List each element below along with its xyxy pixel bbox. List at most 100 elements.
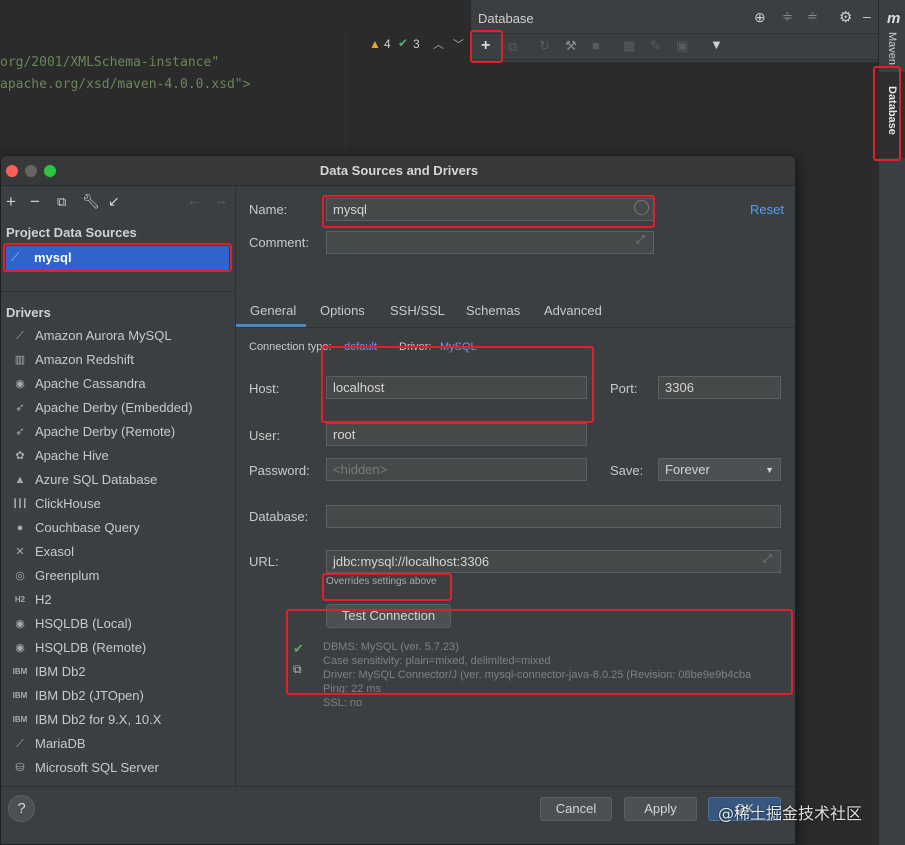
inspection-widget[interactable]: ▲ 4 ✔ 3 ︿ ﹀ — [345, 34, 470, 58]
driver-item[interactable]: ◉ HSQLDB (Remote) — [9, 636, 231, 660]
tab-general[interactable]: General — [250, 303, 296, 318]
driver-item[interactable]: ▲ Azure SQL Database — [9, 468, 231, 492]
aurora-icon: ⟋ — [16, 330, 24, 342]
driver-item[interactable]: ⟋ Amazon Aurora MySQL — [9, 324, 231, 348]
clickhouse-icon: ┃┃┃ — [12, 499, 28, 508]
collapse-all-icon[interactable]: ≐ — [807, 9, 818, 25]
driver-label: IBM Db2 for 9.X, 10.X — [35, 712, 162, 727]
driver-item[interactable]: ● Couchbase Query — [9, 516, 231, 540]
h2-icon: H2 — [14, 595, 26, 604]
console-icon[interactable]: ▣ — [676, 38, 688, 54]
chevron-down-icon[interactable]: ﹀ — [453, 36, 464, 52]
password-label: Password: — [249, 463, 310, 478]
driver-label: Microsoft SQL Server — [35, 760, 159, 775]
sidebar: + − ⧉ 🔧︎ ↙ ← → Project Data Sources ⟋ my… — [1, 186, 236, 786]
project-data-sources-heading: Project Data Sources — [6, 225, 137, 240]
driver-label: Greenplum — [35, 568, 100, 583]
duplicate-icon[interactable]: ⧉ — [57, 194, 66, 210]
expand-icon[interactable]: ⤢ — [636, 234, 645, 247]
tab-advanced[interactable]: Advanced — [544, 303, 602, 318]
driver-item[interactable]: ⛁ Microsoft SQL Server — [9, 756, 231, 780]
db-panel-header: Database ⊕ ≑ ≐ ⚙ – — [471, 0, 879, 34]
driver-label: IBM Db2 (JTOpen) — [35, 688, 144, 703]
redshift-icon: ▥ — [14, 354, 26, 366]
expand-all-icon[interactable]: ≑ — [782, 9, 793, 25]
driver-item[interactable]: ◎ Greenplum — [9, 564, 231, 588]
cassandra-icon: ◉ — [15, 378, 25, 390]
host-label: Host: — [249, 381, 280, 396]
tab-ssh-ssl[interactable]: SSH/SSL — [390, 303, 445, 318]
dialog-footer: ? Cancel Apply OK — [1, 786, 795, 844]
driver-item[interactable]: ┃┃┃ ClickHouse — [9, 492, 231, 516]
driver-item[interactable]: IBM IBM Db2 — [9, 660, 231, 684]
save-select[interactable]: Forever ▼ — [658, 458, 781, 481]
properties-icon[interactable]: ⚒ — [565, 38, 577, 54]
driver-item[interactable]: IBM IBM Db2 for 9.X, 10.X — [9, 708, 231, 732]
gear-icon[interactable]: ⚙ — [839, 8, 852, 26]
driver-item[interactable]: ▥ Amazon Redshift — [9, 348, 231, 372]
driver-label: Apache Hive — [35, 448, 109, 463]
driver-label: HSQLDB (Local) — [35, 616, 132, 631]
code-editor[interactable]: org/2001/XMLSchema-instance" apache.org/… — [0, 0, 470, 160]
cancel-button[interactable]: Cancel — [540, 797, 612, 821]
back-arrow-icon[interactable]: ← — [187, 192, 201, 208]
forward-arrow-icon[interactable]: → — [214, 192, 228, 208]
edit-icon[interactable]: ✎ — [650, 38, 661, 54]
url-field[interactable]: jdbc:mysql://localhost:3306 — [326, 550, 781, 573]
user-label: User: — [249, 428, 281, 443]
wrench-icon[interactable]: 🔧︎ — [82, 193, 100, 210]
user-field[interactable]: root — [326, 423, 587, 446]
tab-schemas[interactable]: Schemas — [466, 303, 520, 318]
import-icon[interactable]: ↙ — [108, 193, 120, 210]
driver-item[interactable]: ◉ Apache Cassandra — [9, 372, 231, 396]
ibm-icon: IBM — [12, 691, 28, 700]
driver-item[interactable]: ✕ Exasol — [9, 540, 231, 564]
driver-item[interactable]: ⟋ MariaDB — [9, 732, 231, 756]
apply-button[interactable]: Apply — [624, 797, 697, 821]
copy-icon[interactable]: ⧉ — [508, 39, 517, 55]
hive-icon: ✿ — [15, 450, 25, 462]
save-label: Save: — [610, 463, 644, 478]
filter-icon[interactable]: ▼ — [710, 37, 723, 52]
chevron-up-icon[interactable]: ︿ — [433, 36, 444, 52]
dropdown-arrow-icon: ▼ — [765, 465, 774, 475]
maven-logo-icon: m — [887, 10, 901, 27]
result-ssl: SSL: no — [323, 697, 363, 709]
driver-item[interactable]: IBM IBM Db2 (JTOpen) — [9, 684, 231, 708]
driver-label: Amazon Aurora MySQL — [35, 328, 172, 343]
highlight-selected-source — [3, 243, 232, 272]
derby-icon: ➶ — [15, 426, 25, 438]
driver-label: HSQLDB (Remote) — [35, 640, 147, 655]
remove-icon[interactable]: − — [30, 192, 40, 212]
stop-icon[interactable]: ■ — [592, 38, 600, 53]
driver-item[interactable]: ➶ Apache Derby (Remote) — [9, 420, 231, 444]
refresh-icon[interactable]: ↻ — [539, 38, 550, 54]
crosshair-icon[interactable]: ⊕ — [754, 9, 766, 26]
drivers-heading: Drivers — [6, 305, 51, 320]
expand-icon[interactable]: ⤢ — [763, 553, 772, 566]
name-label: Name: — [249, 202, 288, 217]
add-icon[interactable]: + — [6, 192, 16, 212]
password-field[interactable]: <hidden> — [326, 458, 587, 481]
driver-item[interactable]: ✿ Apache Hive — [9, 444, 231, 468]
couchbase-icon: ● — [16, 522, 24, 534]
driver-label: IBM Db2 — [35, 664, 86, 679]
hsqldb-icon: ◉ — [15, 642, 25, 654]
driver-item[interactable]: ➶ Apache Derby (Embedded) — [9, 396, 231, 420]
driver-item[interactable]: ◉ HSQLDB (Local) — [9, 612, 231, 636]
db-tree[interactable] — [471, 62, 879, 160]
driver-item[interactable]: H2 H2 — [9, 588, 231, 612]
help-button[interactable]: ? — [8, 795, 35, 822]
code-line: org/2001/XMLSchema-instance" — [0, 55, 220, 70]
warning-icon: ▲ — [369, 37, 381, 51]
comment-label: Comment: — [249, 235, 309, 250]
maven-tab[interactable]: Maven — [886, 32, 898, 65]
database-field[interactable] — [326, 505, 781, 528]
port-field[interactable]: 3306 — [658, 376, 781, 399]
driver-label: H2 — [35, 592, 52, 607]
tab-options[interactable]: Options — [320, 303, 365, 318]
comment-field[interactable] — [326, 231, 654, 254]
minimize-icon[interactable]: – — [863, 8, 871, 24]
table-icon[interactable]: ▦ — [623, 38, 635, 54]
reset-link[interactable]: Reset — [750, 202, 784, 217]
